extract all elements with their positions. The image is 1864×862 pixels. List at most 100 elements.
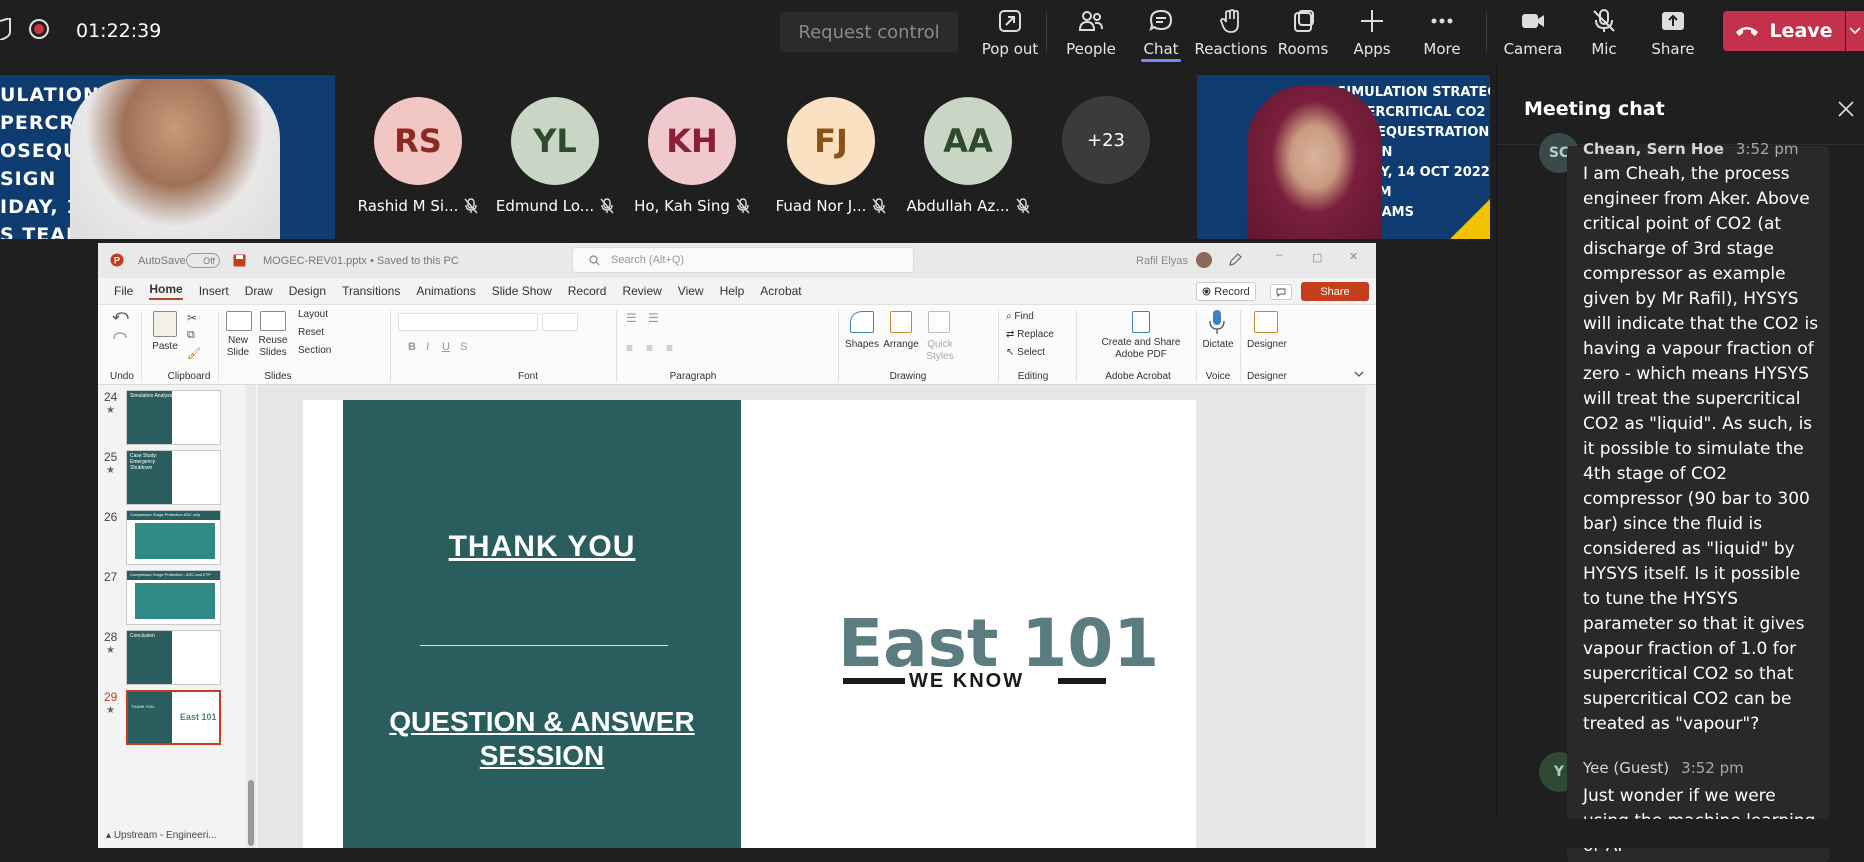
ppt-record-label: Record (1214, 285, 1250, 298)
mic-muted-icon (872, 198, 886, 214)
reuse-slides-icon[interactable] (260, 311, 286, 331)
bullets-icon[interactable]: ☰ (626, 311, 637, 325)
user-avatar[interactable] (1196, 252, 1212, 268)
menu-design[interactable]: Design (289, 284, 326, 298)
ppt-search-box[interactable]: Search (Alt+Q) (572, 247, 914, 273)
menu-home[interactable]: Home (149, 282, 183, 300)
microphone-icon[interactable] (1208, 309, 1226, 335)
redo-icon[interactable] (112, 331, 130, 345)
section-button[interactable]: Section (298, 345, 348, 357)
ppt-record-button[interactable]: Record (1196, 282, 1256, 301)
mic-muted-icon (1015, 198, 1030, 214)
align-left-icon[interactable]: ≡ (626, 341, 633, 355)
pen-icon[interactable] (1228, 253, 1242, 267)
slide-thumbnail[interactable]: Compressor Surge Protection - ASC and ET… (126, 570, 221, 625)
new-slide-icon[interactable] (226, 311, 252, 331)
participant-name-label: Ho, Kah Sing (634, 197, 730, 215)
select-button[interactable]: ↖ Select (1006, 347, 1076, 359)
slide-thumbnail-selected[interactable]: THANK YOU East 101 (126, 690, 221, 745)
menu-animations[interactable]: Animations (416, 284, 475, 298)
slide-thumbnail[interactable]: Conclusion (126, 630, 221, 685)
chat-message[interactable]: Chean, Sern Hoe 3:52 pm I am Cheah, the p… (1567, 140, 1829, 784)
ppt-share-button[interactable]: Share (1301, 282, 1369, 301)
paste-icon[interactable] (153, 311, 177, 337)
ppt-titlebar: P AutoSave Off MOGEC-REV01.pptx • Saved … (98, 243, 1376, 278)
strikethrough-icon[interactable]: S (460, 341, 467, 353)
reactions-button[interactable]: Reactions (1195, 4, 1267, 60)
apps-button[interactable]: Apps (1340, 4, 1404, 60)
participant-video[interactable]: SIMULATION STRATEGIES FO SUPERCRITICAL C… (1197, 75, 1490, 239)
people-button[interactable]: People (1058, 4, 1124, 60)
menu-acrobat[interactable]: Acrobat (760, 284, 801, 298)
menu-file[interactable]: File (114, 284, 133, 298)
ppt-ribbon: Undo Paste ✂ ⧉ 🖌 Clipboard New Slide Reu… (98, 304, 1376, 385)
participant-tile[interactable]: RS Rashid M Si... (358, 97, 478, 215)
close-icon[interactable]: ✕ (1349, 250, 1358, 263)
popout-button[interactable]: Pop out (975, 4, 1045, 60)
section-footer[interactable]: ▴ Upstream - Engineeri... (106, 830, 217, 841)
reset-button[interactable]: Reset (298, 327, 348, 339)
arrange-icon[interactable] (890, 311, 912, 333)
thumbnails-scrollbar[interactable] (246, 385, 256, 848)
align-center-icon[interactable]: ≡ (646, 341, 653, 355)
restore-icon[interactable]: ▢ (1312, 251, 1322, 264)
format-painter-icon[interactable]: 🖌 (187, 347, 201, 360)
participant-tile[interactable]: KH Ho, Kah Sing (634, 97, 750, 215)
copy-icon[interactable]: ⧉ (187, 329, 195, 342)
menu-review[interactable]: Review (622, 284, 661, 298)
layout-button[interactable]: Layout (298, 309, 348, 321)
cut-icon[interactable]: ✂ (187, 311, 197, 325)
designer-icon[interactable] (1254, 311, 1278, 333)
font-size-select[interactable] (542, 313, 578, 331)
share-screen-button[interactable]: Share (1640, 4, 1706, 60)
slide-thumbnail[interactable]: Simulation Analysis (126, 390, 221, 445)
autosave-toggle[interactable]: Off (186, 253, 220, 268)
numbering-icon[interactable]: ☰ (648, 311, 659, 325)
font-family-select[interactable] (398, 313, 538, 331)
camera-button[interactable]: Camera (1500, 4, 1566, 60)
adobe-pdf-icon[interactable] (1132, 311, 1150, 333)
canvas-scrollbar[interactable] (1366, 385, 1376, 848)
find-button[interactable]: ⌕ Find (1006, 311, 1066, 323)
bold-icon[interactable]: B (408, 341, 416, 353)
menu-view[interactable]: View (678, 284, 704, 298)
shared-powerpoint-window[interactable]: P AutoSave Off MOGEC-REV01.pptx • Saved … (98, 243, 1376, 848)
presenter-video[interactable]: ULATION STRA PERCRITICAL C OSEQUESTRATI … (0, 75, 335, 239)
more-button[interactable]: More (1410, 4, 1474, 60)
chevron-down-icon[interactable] (1354, 371, 1364, 379)
slide-thumbnail[interactable]: Case Study: Emergency Shutdown (126, 450, 221, 505)
replace-button[interactable]: ⇄ Replace (1006, 329, 1076, 341)
participant-tile[interactable]: FJ Fuad Nor J... (776, 97, 886, 215)
menu-slide-show[interactable]: Slide Show (492, 284, 552, 298)
underline-icon[interactable]: U (442, 341, 450, 353)
divider (1046, 12, 1047, 52)
designer-group-label: Designer (1246, 371, 1288, 382)
leave-button[interactable]: Leave (1723, 11, 1845, 51)
menu-help[interactable]: Help (720, 284, 745, 298)
minimize-icon[interactable]: – (1276, 249, 1282, 261)
menu-draw[interactable]: Draw (245, 284, 273, 298)
undo-icon[interactable] (112, 311, 130, 325)
participant-tile[interactable]: AA Abdullah Az... (906, 97, 1030, 215)
align-right-icon[interactable]: ≡ (666, 341, 673, 355)
slide-thumbnail[interactable]: Compressor Surge Protection ASC only (126, 510, 221, 565)
menu-record[interactable]: Record (568, 284, 607, 298)
menu-transitions[interactable]: Transitions (342, 284, 400, 298)
participant-tile[interactable]: YL Edmund Lo... (496, 97, 614, 215)
designer-label: Designer (1246, 339, 1288, 350)
rooms-button[interactable]: Rooms (1270, 4, 1336, 60)
quick-styles-icon[interactable] (928, 311, 950, 333)
chat-button[interactable]: Chat (1128, 4, 1194, 60)
request-control-button[interactable]: Request control (780, 12, 958, 52)
shapes-icon[interactable] (850, 311, 874, 333)
close-icon[interactable] (1837, 100, 1855, 118)
leave-options-button[interactable] (1846, 11, 1864, 51)
comment-icon[interactable] (1270, 284, 1292, 300)
more-participants-button[interactable]: +23 (1062, 96, 1150, 184)
scrollbar-thumb[interactable] (248, 780, 254, 846)
italic-icon[interactable]: I (426, 341, 429, 353)
mic-button[interactable]: Mic (1571, 4, 1637, 60)
menu-insert[interactable]: Insert (199, 284, 229, 298)
save-icon[interactable] (233, 254, 246, 267)
current-slide[interactable]: THANK YOU QUESTION & ANSWER SESSION East… (303, 400, 1196, 848)
